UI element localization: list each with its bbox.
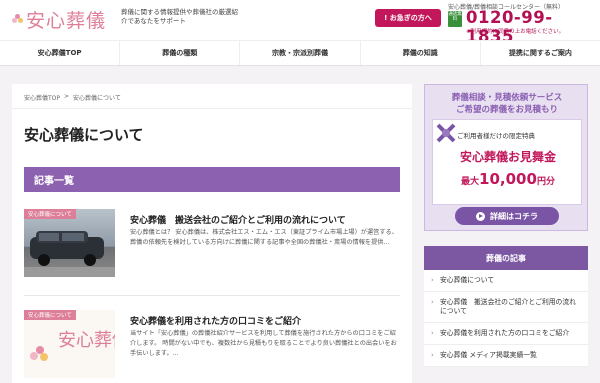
site-logo[interactable]: 安心葬儀: [12, 6, 106, 33]
free-call-badge: 通話無料: [448, 11, 462, 27]
sidebar-item-media[interactable]: › 安心葬儀 メディア掲載実績一覧: [424, 345, 588, 367]
nav-item-partnership[interactable]: 提携に関するご案内: [479, 41, 600, 65]
nav-item-top[interactable]: 安心葬儀TOP: [0, 41, 119, 65]
hearse-car-icon: [24, 231, 115, 277]
play-icon: [476, 211, 485, 221]
sidebar-item-label: 安心葬儀 搬送会社のご紹介とご利用の流れについて: [440, 298, 576, 315]
amount-prefix: 最大: [461, 177, 480, 187]
urgent-button[interactable]: ! お急ぎの方へ: [375, 9, 441, 27]
article-excerpt: 当サイト「安心葬儀」の葬儀社紹介サービスを利用して葬儀を施行された方からの口コミ…: [130, 330, 397, 357]
flower-icon: [12, 14, 23, 25]
banner-amount: 最大10,000円分: [433, 170, 583, 188]
logo-flower-icon: 安心葬儀: [30, 330, 115, 361]
nav-item-knowledge[interactable]: 葬儀の知識: [359, 41, 480, 65]
estimate-banner[interactable]: 葬儀相談・見積依頼サービス ご希望の葬儀をお見積もり ご利用者様だけの限定特典 …: [424, 84, 588, 231]
tagline: 葬儀に関する情報提供や葬儀社の厳選紹介であなたをサポート: [121, 8, 238, 25]
article-category-tag: 安心葬儀について: [24, 209, 76, 219]
sidebar-item-label: 安心葬儀について: [440, 276, 495, 284]
chevron-right-icon: ›: [431, 329, 434, 337]
sidebar-item-label: 安心葬儀を利用された方の口コミをご紹介: [440, 329, 570, 337]
logo-text: 安心葬儀: [26, 10, 107, 32]
article-title[interactable]: 安心葬儀を利用された方の口コミをご紹介: [130, 314, 400, 327]
section-heading: 記事一覧: [24, 167, 400, 192]
article-excerpt: 安心葬儀とは？ 安心葬儀は、株式会社エス・エム・エス（東証プライム市場上場）が運…: [130, 229, 398, 246]
page-title: 安心葬儀について: [24, 126, 144, 144]
main-content: 安心葬儀TOP > 安心葬儀について 安心葬儀について 記事一覧 安心葬儀につい…: [12, 84, 412, 383]
sidebar-item-label: 安心葬儀 メディア掲載実績一覧: [440, 351, 537, 359]
chevron-right-icon: ›: [431, 351, 434, 359]
breadcrumb-current: 安心葬儀について: [73, 95, 121, 102]
banner-offer-card: ご利用者様だけの限定特典 安心葬儀お見舞金 最大10,000円分: [432, 119, 582, 205]
detail-button[interactable]: 詳細はコチラ: [455, 207, 559, 225]
nav-item-types[interactable]: 葬儀の種類: [119, 41, 239, 65]
divider: [24, 295, 400, 296]
sidebar-article-list: › 安心葬儀について › 安心葬儀 搬送会社のご紹介とご利用の流れについて › 安心葬…: [424, 270, 588, 367]
article-card[interactable]: 安心葬儀について 安心葬儀 安心葬儀を利用された方の口コミをご紹介 当サイト「安…: [24, 310, 400, 383]
article-thumbnail[interactable]: 安心葬儀について 安心葬儀: [24, 310, 115, 378]
divider: [12, 108, 412, 109]
global-nav: 安心葬儀TOP 葬儀の種類 宗教・宗派別葬儀 葬儀の知識 提携に関するご案内: [0, 40, 600, 66]
call-note: ※利用規約に同意の上お電話ください。: [466, 29, 565, 35]
site-header: 安心葬儀 葬儀に関する情報提供や葬儀社の厳選紹介であなたをサポート ! お急ぎの…: [0, 0, 600, 46]
breadcrumb: 安心葬儀TOP > 安心葬儀について: [24, 93, 121, 102]
banner-offer-title: 安心葬儀お見舞金: [459, 150, 556, 164]
amount-value: 10,000: [479, 170, 537, 188]
chevron-right-icon: ›: [431, 298, 434, 306]
sidebar-item-transport[interactable]: › 安心葬儀 搬送会社のご紹介とご利用の流れについて: [424, 292, 588, 323]
breadcrumb-home[interactable]: 安心葬儀TOP: [24, 93, 60, 102]
amount-suffix: 円分: [536, 177, 555, 187]
nav-item-religion[interactable]: 宗教・宗派別葬儀: [239, 41, 359, 65]
article-category-tag: 安心葬儀について: [24, 310, 76, 320]
banner-line-2: ご希望の葬儀をお見積もり: [455, 105, 558, 115]
sidebar-item-reviews[interactable]: › 安心葬儀を利用された方の口コミをご紹介: [424, 323, 588, 345]
chevron-right-icon: ›: [431, 276, 434, 284]
banner-subtitle: ご利用者様だけの限定特典: [457, 132, 535, 140]
detail-button-label: 詳細はコチラ: [490, 211, 538, 221]
sidebar-section-title: 葬儀の記事: [424, 246, 588, 270]
sidebar-item-about[interactable]: › 安心葬儀について: [424, 270, 588, 292]
article-thumbnail[interactable]: 安心葬儀について: [24, 209, 115, 277]
ribbon-icon: [436, 123, 456, 143]
breadcrumb-separator: >: [64, 93, 70, 100]
thumbnail-logo-text: 安心葬儀: [58, 330, 115, 351]
article-title[interactable]: 安心葬儀 搬送会社のご紹介とご利用の流れについて: [130, 213, 400, 226]
article-card[interactable]: 安心葬儀について 安心葬儀 搬送会社のご紹介とご利用の流れについて 安心葬儀とは…: [24, 209, 400, 279]
banner-line-1: 葬儀相談・見積依頼サービス: [451, 93, 563, 103]
